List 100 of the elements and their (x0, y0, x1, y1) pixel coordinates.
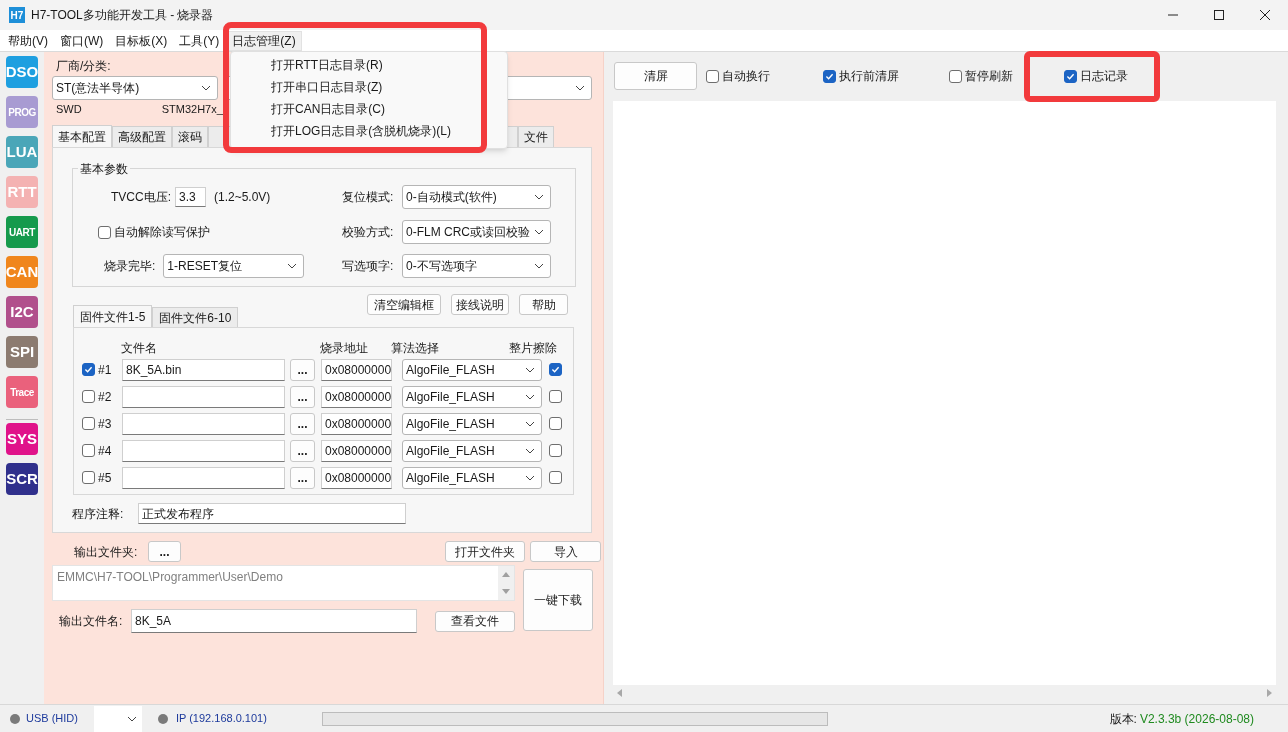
checkbox-label[interactable]: 暂停刷新 (965, 67, 1013, 85)
checkbox[interactable] (82, 390, 95, 403)
menu-option[interactable]: 打开RTT日志目录(R) (231, 54, 507, 76)
dropdown[interactable]: 1-RESET复位 (163, 254, 305, 278)
row-number: #1 (98, 361, 113, 379)
file-field[interactable] (122, 439, 285, 462)
checkbox[interactable] (82, 363, 95, 376)
tool-button[interactable]: UART (6, 216, 38, 248)
dropdown[interactable]: 0-自动模式(软件) (402, 185, 551, 209)
checkbox[interactable] (82, 471, 95, 484)
row-number: #5 (98, 469, 113, 487)
dropdown[interactable]: AlgoFile_FLASH (402, 466, 542, 489)
file-field[interactable] (122, 385, 285, 408)
file-field[interactable] (122, 412, 285, 435)
tab[interactable]: 固件文件1-5 (73, 305, 153, 327)
checkbox[interactable] (98, 225, 111, 239)
chevron-icon (525, 393, 535, 400)
download-button[interactable]: 一键下载 (523, 569, 593, 631)
address-field[interactable]: 0x08000000 (321, 385, 392, 408)
tab[interactable]: 基本配置 (52, 125, 112, 147)
checkbox[interactable] (1064, 69, 1077, 83)
address-field[interactable]: 0x08000000 (321, 466, 392, 489)
dropdown[interactable]: AlgoFile_FLASH (402, 358, 542, 381)
checkbox[interactable] (549, 444, 562, 457)
menu-item[interactable]: 窗口(W) (55, 30, 109, 51)
checkbox-label[interactable]: 日志记录 (1080, 67, 1128, 85)
tab[interactable]: 文件 (518, 126, 554, 147)
interface-text: SWD (56, 101, 82, 117)
checkbox[interactable] (823, 69, 836, 83)
maximize-icon (1214, 10, 1224, 20)
app-logo: H7 (9, 7, 25, 23)
field-label: 烧录完毕: (104, 258, 156, 275)
tool-button[interactable]: I2C (6, 296, 38, 328)
checkbox[interactable] (549, 390, 562, 403)
window-title: H7-TOOL多功能开发工具 - 烧录器 (31, 7, 214, 24)
checkbox[interactable] (549, 417, 562, 430)
browse-button[interactable]: ... (290, 385, 315, 408)
close-icon (1260, 10, 1270, 20)
address-field[interactable]: 0x08000000 (321, 412, 392, 435)
voltage-field[interactable]: 3.3 (175, 187, 206, 207)
check-icon (825, 71, 834, 81)
chevron-icon (575, 85, 585, 91)
menu-option[interactable]: 打开CAN日志目录(C) (231, 98, 507, 120)
button[interactable]: 接线说明 (451, 294, 509, 315)
chevron-icon (534, 229, 544, 235)
dropdown[interactable]: 0-不写选项字 (402, 254, 551, 278)
version-text: V2.3.3b (2026-08-08) (1139, 710, 1254, 728)
browse-button[interactable]: ... (290, 466, 315, 489)
dropdown[interactable]: ST(意法半导体) (52, 76, 218, 100)
dropdown[interactable]: AlgoFile_FLASH (402, 439, 542, 462)
tab[interactable]: 滚码 (172, 126, 208, 147)
menu-option[interactable]: 打开串口日志目录(Z) (231, 76, 507, 98)
menu-option[interactable]: 打开LOG日志目录(含脱机烧录)(L) (231, 120, 507, 142)
device-text: STM32H7x_ (161, 101, 223, 117)
checkbox[interactable] (82, 444, 95, 457)
menu-item[interactable]: 工具(Y) (174, 30, 225, 51)
filename-field[interactable]: 8K_5A (131, 609, 417, 633)
row-number: #2 (98, 388, 113, 406)
checkbox[interactable] (82, 417, 95, 430)
menu-item[interactable]: 日志管理(Z) (226, 30, 302, 51)
button[interactable]: 清空编辑框 (367, 294, 441, 315)
clear-button[interactable]: 清屏 (614, 62, 697, 90)
address-field[interactable]: 0x08000000 (321, 358, 392, 381)
tab[interactable]: 固件文件6-10 (152, 307, 239, 327)
field-label: 输出文件名: (59, 613, 124, 630)
browse-button[interactable]: ... (290, 439, 315, 462)
button[interactable]: 查看文件 (435, 610, 515, 632)
checkbox-label[interactable]: 自动换行 (722, 67, 770, 85)
file-field[interactable]: 8K_5A.bin (122, 358, 285, 381)
menu-item[interactable]: 帮助(V) (3, 30, 53, 51)
checkbox[interactable] (549, 471, 562, 484)
button[interactable]: 导入 (530, 541, 601, 562)
chevron-icon (126, 715, 137, 722)
tool-button[interactable]: SYS (6, 423, 38, 455)
chevron-icon (287, 263, 298, 269)
button[interactable]: 帮助 (519, 294, 568, 315)
tab[interactable]: 高级配置 (112, 126, 172, 147)
browse-button[interactable]: ... (148, 541, 181, 562)
browse-button[interactable]: ... (290, 358, 315, 381)
field-label: 写选项字: (342, 258, 395, 275)
row-number: #4 (98, 442, 113, 460)
address-field[interactable]: 0x08000000 (321, 439, 392, 462)
button[interactable]: 打开文件夹 (445, 541, 525, 562)
dropdown[interactable]: 0-FLM CRC或读回校验 (402, 220, 551, 244)
checkbox[interactable] (949, 69, 962, 83)
dropdown[interactable]: AlgoFile_FLASH (402, 385, 542, 408)
dropdown[interactable]: AlgoFile_FLASH (402, 412, 542, 435)
browse-button[interactable]: ... (290, 412, 315, 435)
checkbox-label[interactable]: 执行前清屏 (839, 67, 899, 85)
comment-field[interactable]: 正式发布程序 (138, 503, 406, 524)
tool-button[interactable]: SPI (6, 336, 38, 368)
file-field[interactable] (122, 466, 285, 489)
checkbox[interactable] (549, 363, 562, 376)
menu-item[interactable]: 目标板(X) (110, 30, 173, 51)
field-label: 校验方式: (342, 224, 395, 241)
checkbox-label[interactable]: 自动解除读写保护 (114, 223, 210, 241)
check-icon (1066, 71, 1075, 81)
checkbox[interactable] (706, 69, 719, 83)
tool-button[interactable]: SCR (6, 463, 38, 495)
chevron-icon (525, 366, 535, 373)
